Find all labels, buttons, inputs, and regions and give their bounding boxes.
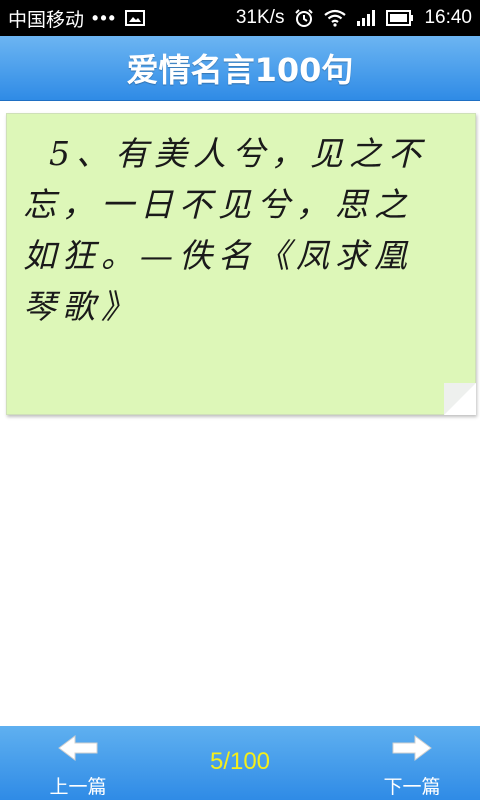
bottom-nav-bar: 上一篇 5/100 下一篇	[0, 726, 480, 800]
previous-label: 上一篇	[49, 776, 107, 798]
battery-icon	[386, 10, 414, 26]
status-bar: 中国移动 ••• 31K/s 16:40	[0, 0, 480, 36]
arrow-left-icon	[57, 726, 99, 766]
next-button[interactable]: 下一篇	[352, 726, 472, 800]
status-bar-left: 中国移动 •••	[8, 0, 145, 36]
signal-icon	[356, 9, 376, 27]
quote-text: 5、有美人兮，见之不忘，一日不见兮，思之如狂。—佚名《凤求凰琴歌》	[23, 134, 427, 326]
next-label: 下一篇	[383, 776, 441, 798]
alarm-icon	[294, 8, 314, 28]
page-title: 爱情名言100句	[126, 51, 354, 89]
page-curl	[444, 383, 476, 415]
more-dots: •••	[92, 7, 117, 28]
clock-time: 16:40	[424, 7, 472, 28]
image-icon	[124, 10, 145, 26]
status-bar-right: 31K/s 16:40	[236, 0, 472, 36]
network-speed: 31K/s	[235, 7, 285, 28]
page-counter: 5/100	[209, 748, 271, 775]
carrier-name: 中国移动	[8, 9, 85, 31]
previous-button[interactable]: 上一篇	[18, 726, 138, 800]
quote-card: 5、有美人兮，见之不忘，一日不见兮，思之如狂。—佚名《凤求凰琴歌》	[6, 113, 476, 415]
wifi-icon	[324, 9, 347, 27]
app-header: 爱情名言100句	[0, 36, 480, 101]
arrow-right-icon	[391, 726, 433, 766]
